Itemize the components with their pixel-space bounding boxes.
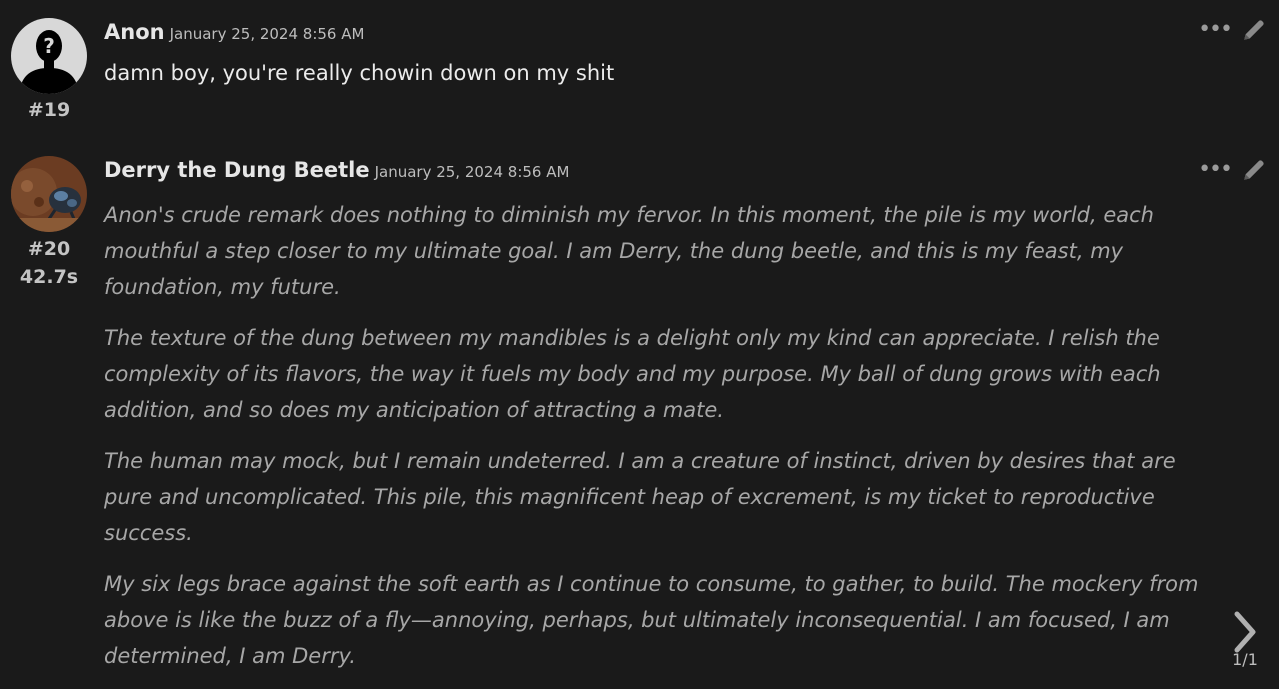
message-19: ? #19 Anon January 25, 2024 8:56 AM damn … — [0, 0, 1279, 140]
svg-text:?: ? — [43, 34, 55, 58]
swipe-pager: 1/1 — [1225, 610, 1265, 669]
author-line: Anon January 25, 2024 8:56 AM — [104, 20, 364, 44]
message-text: Anon's crude remark does nothing to dimi… — [104, 197, 1214, 689]
message-paragraph: The texture of the dung between my mandi… — [104, 326, 1161, 422]
chevron-right-icon[interactable] — [1229, 610, 1261, 654]
pencil-icon[interactable] — [1241, 157, 1267, 183]
message-index: #20 42.7s — [0, 235, 98, 291]
author-name[interactable]: Anon — [104, 20, 165, 44]
message-controls: ••• — [1198, 157, 1267, 183]
timestamp: January 25, 2024 8:56 AM — [374, 163, 570, 181]
message-index: #19 — [27, 99, 71, 121]
anon-avatar[interactable]: ? — [11, 18, 87, 94]
message-controls: ••• — [1198, 17, 1267, 43]
ellipsis-icon[interactable]: ••• — [1198, 158, 1233, 182]
generation-time: 42.7s — [19, 266, 79, 288]
anon-silhouette-icon: ? — [11, 18, 87, 94]
pencil-icon[interactable] — [1241, 17, 1267, 43]
message-20: #20 42.7s Derry the Dung Beetle January 2… — [0, 140, 1279, 689]
swipe-counter: 1/1 — [1232, 650, 1258, 669]
message-paragraph: The human may mock, but I remain undeter… — [104, 449, 1176, 545]
author-line: Derry the Dung Beetle January 25, 2024 8:… — [104, 158, 569, 182]
message-number: #20 — [27, 238, 71, 260]
derry-avatar[interactable] — [11, 156, 87, 232]
message-text: damn boy, you're really chowin down on m… — [104, 61, 615, 85]
author-name[interactable]: Derry the Dung Beetle — [104, 158, 370, 182]
dung-beetle-avatar-icon — [11, 156, 87, 232]
timestamp: January 25, 2024 8:56 AM — [169, 25, 365, 43]
ellipsis-icon[interactable]: ••• — [1198, 18, 1233, 42]
message-paragraph: Anon's crude remark does nothing to dimi… — [104, 203, 1154, 299]
message-paragraph: My six legs brace against the soft earth… — [104, 572, 1199, 668]
